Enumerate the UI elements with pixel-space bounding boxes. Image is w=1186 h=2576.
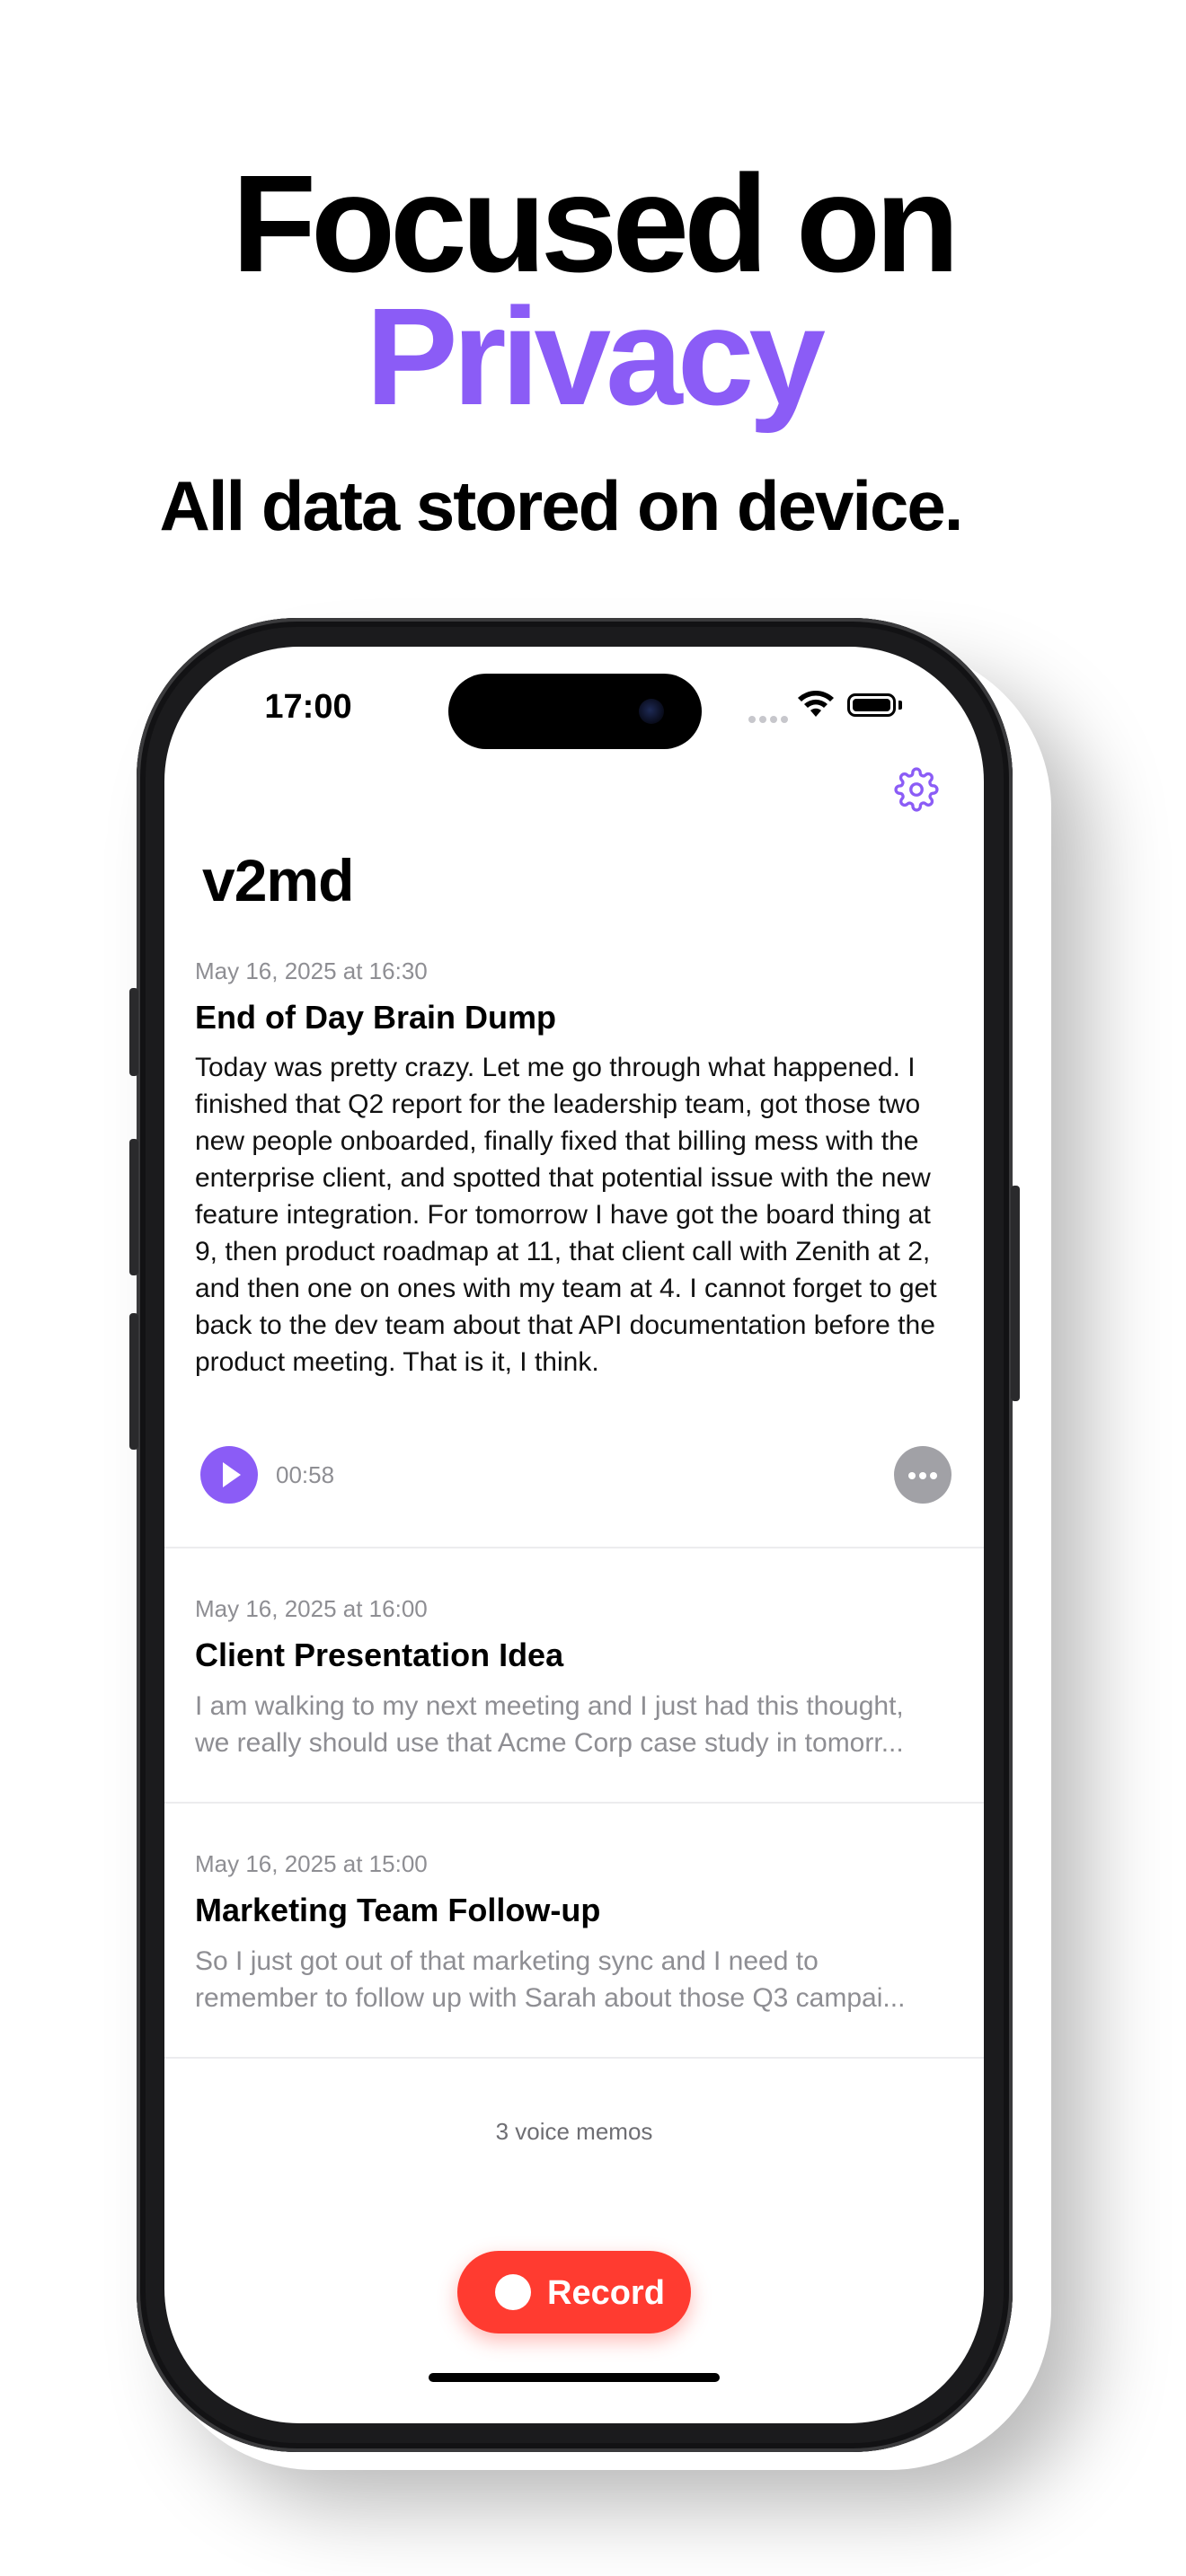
divider	[164, 1802, 984, 1804]
headline-line1: Focused on	[231, 146, 960, 301]
memo-title: Client Presentation Idea	[195, 1636, 564, 1673]
memo-preview-line1: I am walking to my next meeting and I ju…	[195, 1691, 904, 1721]
memo-title: End of Day Brain Dump	[195, 999, 557, 1036]
memo-item-1[interactable]: May 16, 2025 at 16:30 End of Day Brain D…	[164, 647, 984, 1545]
more-options-button[interactable]	[894, 1446, 951, 1504]
memo-preview-line1: So I just got out of that marketing sync…	[195, 1946, 819, 1976]
ellipsis-dot	[919, 1472, 926, 1479]
ellipsis-icon	[908, 1472, 916, 1479]
ellipsis-dot	[930, 1472, 937, 1479]
memo-duration: 00:58	[276, 1461, 335, 1488]
record-dot-icon	[495, 2274, 531, 2310]
memo-date: May 16, 2025 at 16:00	[195, 1595, 428, 1622]
volume-down-button	[129, 1313, 138, 1450]
volume-up-button	[129, 1139, 138, 1275]
home-indicator[interactable]	[429, 2373, 720, 2382]
record-button[interactable]: Record	[457, 2251, 691, 2333]
memo-transcript: Today was pretty crazy. Let me go throug…	[195, 1053, 937, 1377]
memo-title: Marketing Team Follow-up	[195, 1892, 601, 1928]
power-button	[1011, 1186, 1020, 1401]
subheadline: All data stored on device.	[159, 466, 964, 545]
play-button[interactable]	[200, 1446, 258, 1504]
phone-screen: 17:00 v2md May 16, 2025 at 16:30 End of …	[164, 647, 984, 2423]
memo-date: May 16, 2025 at 15:00	[195, 1850, 428, 1877]
headline-line2: Privacy	[365, 279, 826, 434]
memo-preview-line2: we really should use that Acme Corp case…	[195, 1728, 904, 1758]
memo-count: 3 voice memos	[495, 2118, 653, 2145]
memo-preview-line2: remember to follow up with Sarah about t…	[195, 1983, 906, 2013]
divider	[164, 1547, 984, 1548]
memo-date: May 16, 2025 at 16:30	[195, 957, 428, 984]
divider	[164, 2057, 984, 2059]
action-button	[129, 988, 138, 1076]
record-label: Record	[547, 2274, 665, 2312]
